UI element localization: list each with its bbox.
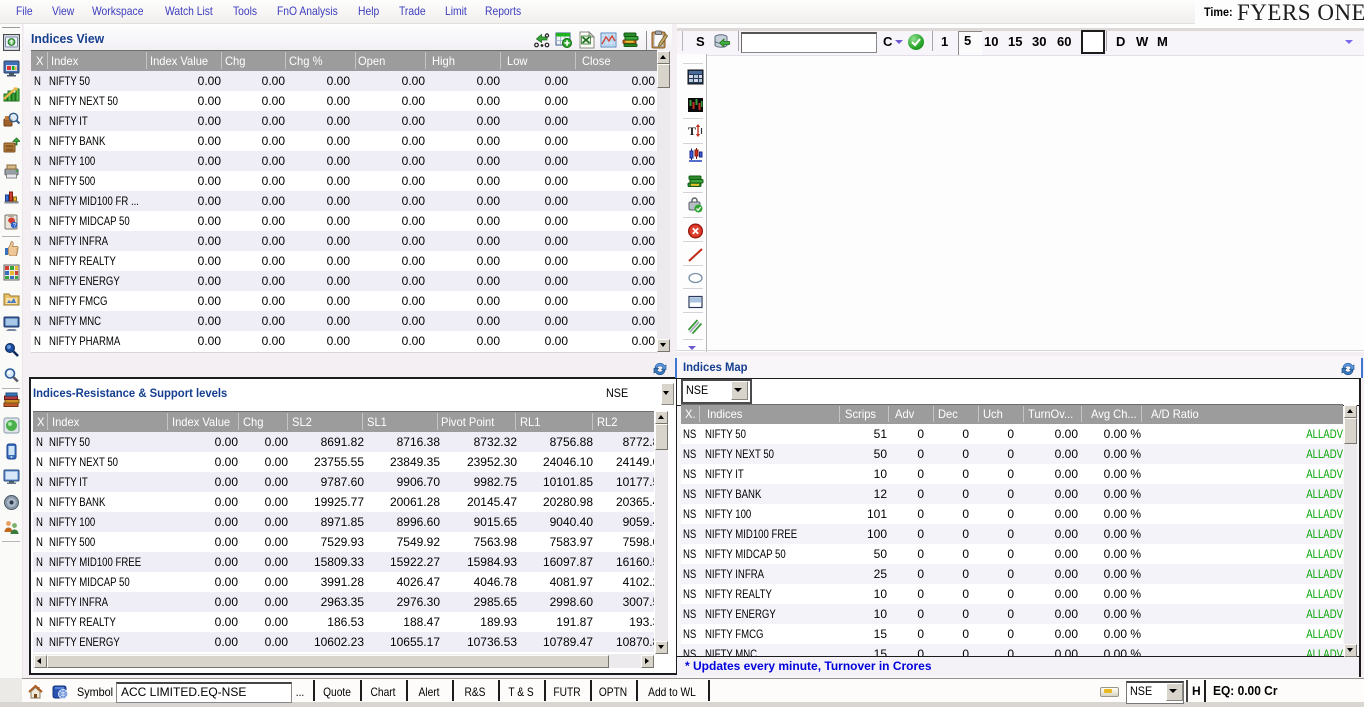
svg-text:T: T [688, 124, 696, 138]
